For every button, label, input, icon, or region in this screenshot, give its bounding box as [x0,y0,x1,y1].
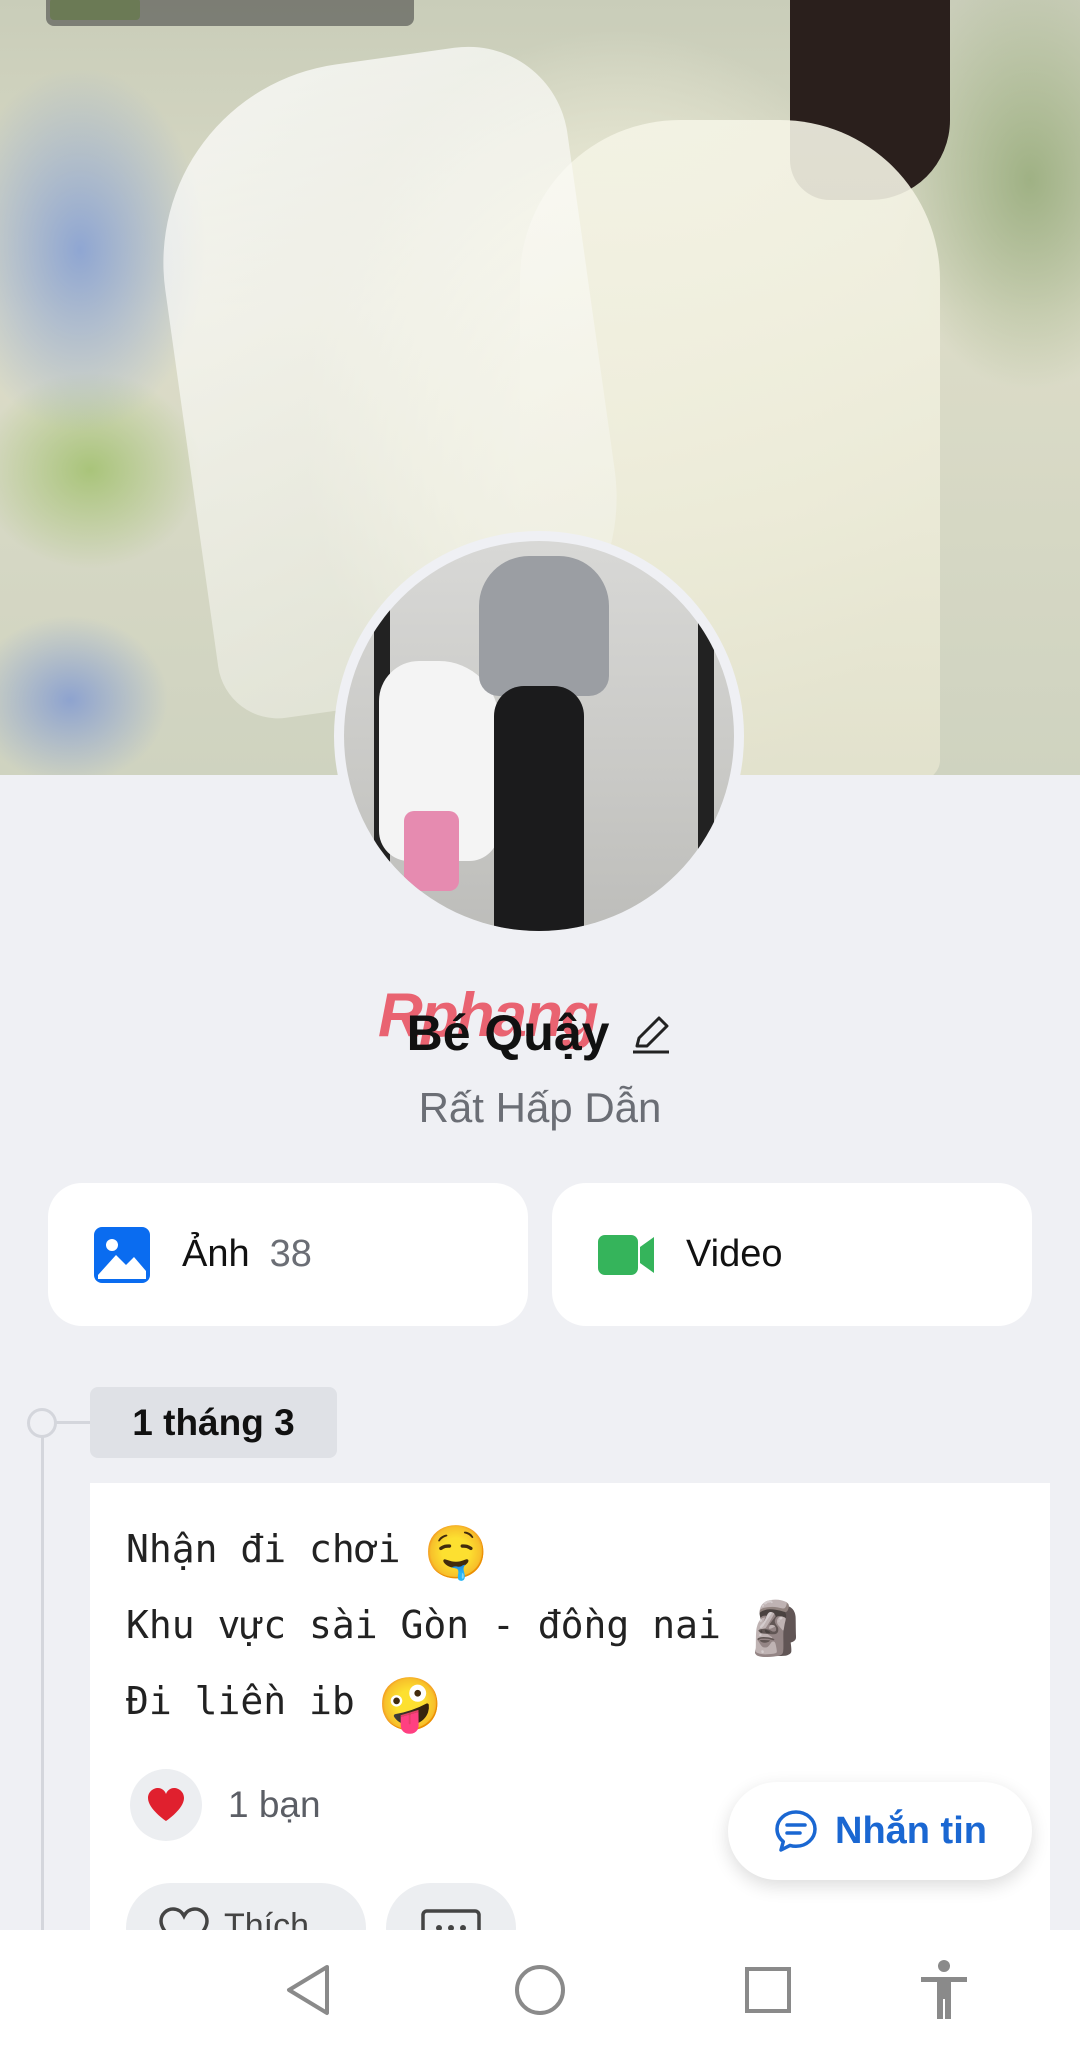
videos-label: Video [686,1233,783,1275]
nav-back-button[interactable] [278,1960,338,2020]
profile-name-row: Bé Quậy [0,1004,1080,1062]
avatar[interactable] [334,531,744,941]
reaction-count: 1 bạn [228,1784,321,1825]
photos-button[interactable]: Ảnh 38 [48,1183,528,1326]
back-triangle-icon [287,1965,329,2015]
post-line-1: Nhận đi chơi [126,1527,401,1571]
system-nav-bar [0,1930,1080,2047]
reaction-summary[interactable]: 1 bạn [130,1769,321,1841]
home-circle-icon [515,1965,565,2015]
chat-bubble-icon [775,1810,817,1852]
post-line-2: Khu vực sài Gòn - đồng nai [126,1603,721,1647]
avatar-person-top [479,556,609,696]
timeline-dot [27,1408,90,1438]
photos-count: 38 [269,1233,312,1275]
profile-name: Bé Quậy [406,1005,610,1061]
image-icon [94,1226,150,1283]
nav-home-button[interactable] [510,1960,570,2020]
heart-icon [148,1788,184,1821]
timeline-line [41,1422,44,1932]
photos-label: Ảnh [182,1233,250,1275]
heart-reaction-bubble [130,1769,202,1841]
cover-mini-thumbnail[interactable] [46,0,414,26]
accessibility-icon [921,1960,967,2019]
nav-recents-button[interactable] [738,1960,798,2020]
avatar-photo [344,541,734,931]
moai-emoji: 🗿 [743,1599,809,1659]
profile-subtitle: Rất Hấp Dẫn [418,1084,662,1131]
message-button[interactable]: Nhắn tin [728,1782,1032,1880]
message-button-label: Nhắn tin [835,1809,987,1852]
post-line-3: Đi liền ib [126,1679,355,1723]
zany-face-emoji: 🤪 [377,1675,443,1735]
videos-button[interactable]: Video [552,1183,1032,1326]
avatar-bag [404,811,459,891]
avatar-person-legs [494,686,584,931]
edit-pencil-icon[interactable] [629,1012,673,1056]
nav-accessibility-button[interactable] [914,1960,974,2020]
timeline-date-chip: 1 tháng 3 [90,1387,337,1458]
recents-square-icon [745,1967,791,2013]
drooling-face-emoji: 🤤 [423,1523,489,1583]
post-text: Nhận đi chơi 🤤 Khu vực sài Gòn - đồng na… [126,1513,808,1741]
video-camera-icon [598,1234,654,1275]
